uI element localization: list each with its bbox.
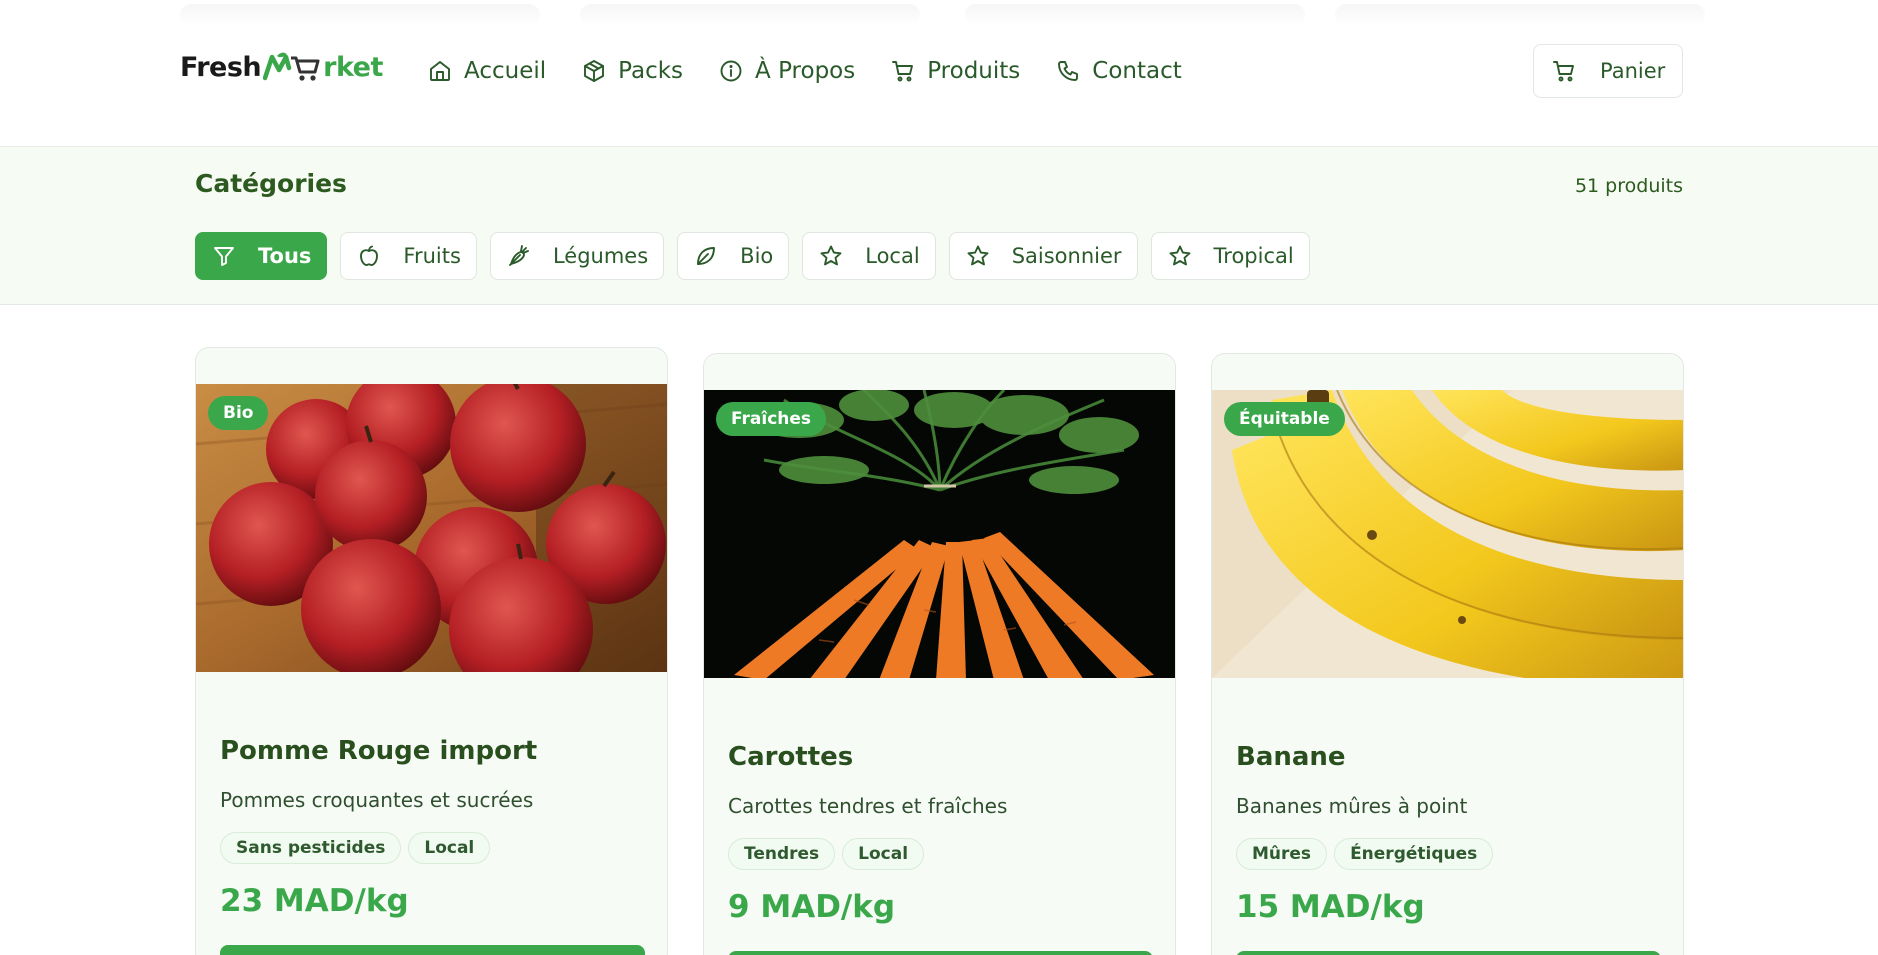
product-price: 23 MAD/kg: [220, 883, 409, 919]
nav-label: Produits: [927, 58, 1021, 84]
product-tag: Local: [408, 832, 491, 864]
star-icon: [1169, 245, 1190, 266]
cart-icon: [892, 61, 914, 82]
nav-apropos[interactable]: À Propos: [719, 58, 855, 84]
product-tags: Tendres Local: [728, 838, 931, 870]
filter-bio[interactable]: Bio: [677, 232, 790, 280]
categories-bar: Catégories 51 produits Tous Fruits Légum…: [0, 147, 1878, 305]
filter-saisonnier[interactable]: Saisonnier: [948, 232, 1138, 280]
product-tag: Sans pesticides: [220, 832, 402, 864]
cart-label: Panier: [1600, 59, 1666, 83]
phone-icon: [1058, 61, 1079, 81]
filter-fruits[interactable]: Fruits: [340, 232, 477, 280]
product-image-apples: [196, 384, 667, 672]
main-nav: Accueil Packs À Propos Produits Contact: [428, 54, 1218, 88]
filter-label: Local: [865, 244, 920, 268]
filter-label: Bio: [740, 244, 774, 268]
product-description: Bananes mûres à point: [1236, 794, 1468, 818]
filter-local[interactable]: Local: [802, 232, 936, 280]
product-count: 51 produits: [1574, 175, 1683, 197]
product-description: Carottes tendres et fraîches: [728, 794, 1008, 818]
home-icon: [430, 61, 450, 81]
nav-label: Contact: [1092, 58, 1182, 84]
logo-cart-icon: [263, 52, 321, 82]
product-tag: Tendres: [728, 838, 836, 870]
filter-label: Légumes: [552, 244, 649, 268]
product-name: Pomme Rouge import: [220, 736, 538, 766]
filter-label: Tropical: [1213, 244, 1294, 268]
nav-label: Accueil: [464, 58, 547, 84]
product-description: Pommes croquantes et sucrées: [220, 788, 534, 812]
product-badge: Fraîches: [716, 402, 827, 436]
product-card[interactable]: Fraîches Carottes Carottes tendres et fr…: [703, 353, 1176, 955]
nav-accueil[interactable]: Accueil: [428, 58, 546, 84]
star-icon: [967, 245, 989, 266]
info-icon: [720, 60, 742, 82]
product-card[interactable]: Bio Pomme Rouge import Pommes croquantes…: [195, 347, 668, 955]
product-name: Banane: [1236, 742, 1346, 772]
filter-tropical[interactable]: Tropical: [1150, 232, 1310, 280]
filter-label: Saisonnier: [1011, 244, 1122, 268]
brand-text-right: rket: [323, 51, 383, 83]
filter-icon: [214, 247, 234, 266]
star-icon: [820, 245, 842, 266]
add-to-cart-button[interactable]: [1236, 951, 1661, 955]
filter-legumes[interactable]: Légumes: [489, 232, 665, 280]
brand-text-left: Fresh: [180, 51, 262, 83]
product-badge: Équitable: [1224, 402, 1345, 436]
product-price: 9 MAD/kg: [728, 889, 896, 925]
product-price: 15 MAD/kg: [1236, 889, 1425, 925]
leaf-icon: [697, 247, 716, 265]
box-icon: [584, 60, 605, 82]
category-filters: Tous Fruits Légumes Bio Local Saisonnier…: [195, 232, 1323, 280]
cart-button[interactable]: Panier: [1533, 44, 1683, 98]
nav-produits[interactable]: Produits: [891, 58, 1020, 84]
carrot-icon: [508, 245, 529, 266]
product-badge: Bio: [208, 396, 269, 430]
product-tag: Énergétiques: [1334, 838, 1494, 870]
filter-label: Fruits: [403, 244, 461, 268]
add-to-cart-button[interactable]: [728, 951, 1153, 955]
brand-logo[interactable]: Fresh rket: [180, 50, 383, 84]
product-tags: Sans pesticides Local: [220, 832, 497, 864]
product-tag: Local: [842, 838, 925, 870]
filter-tous[interactable]: Tous: [195, 232, 328, 280]
nav-contact[interactable]: Contact: [1056, 58, 1182, 84]
top-scroll-fade: [0, 0, 1878, 34]
categories-title: Catégories: [195, 169, 347, 198]
filter-label: Tous: [258, 244, 312, 268]
product-name: Carottes: [728, 742, 854, 772]
product-card[interactable]: Équitable Banane Bananes mûres à point M…: [1211, 353, 1684, 955]
product-tags: Mûres Énergétiques: [1236, 838, 1500, 870]
nav-label: À Propos: [755, 58, 856, 84]
cart-icon: [1553, 61, 1574, 82]
site-header: Fresh rket Accueil Packs À Propos Produi…: [0, 34, 1878, 147]
nav-packs[interactable]: Packs: [582, 58, 683, 84]
product-tag: Mûres: [1236, 838, 1328, 870]
apple-icon: [360, 245, 379, 266]
add-to-cart-button[interactable]: [220, 945, 645, 955]
nav-label: Packs: [618, 58, 684, 84]
